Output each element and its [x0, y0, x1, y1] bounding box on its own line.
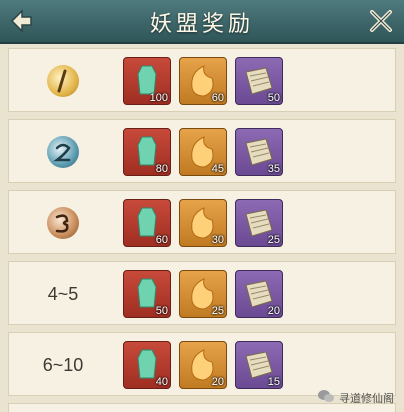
item-quantity: 40: [155, 376, 168, 388]
gold-medal-icon: [47, 65, 79, 97]
item-quantity: 45: [211, 163, 224, 175]
page-title: 妖盟奖励: [149, 12, 254, 37]
close-x-icon[interactable]: [366, 6, 396, 36]
scroll-book-item[interactable]: 25: [235, 199, 283, 247]
rank-cell: [23, 191, 103, 255]
item-quantity: 60: [155, 234, 168, 246]
reward-row-rank-6-10: 6~10 40 20 15: [8, 332, 396, 396]
reward-row-rank-1: 100 60 50: [8, 48, 396, 112]
title-bar: 妖盟奖励: [0, 0, 404, 44]
item-quantity: 30: [211, 234, 224, 246]
flame-essence-item[interactable]: 30: [179, 199, 227, 247]
item-quantity: 50: [267, 92, 280, 104]
flame-essence-item[interactable]: 20: [179, 341, 227, 389]
jade-crystal-item[interactable]: 80: [123, 128, 171, 176]
item-quantity: 50: [155, 305, 168, 317]
reward-list[interactable]: 100 60 50 80 45 35 60 30 25 4~5 50 25 20…: [0, 46, 404, 412]
jade-crystal-item[interactable]: 50: [123, 270, 171, 318]
rank-cell: [23, 49, 103, 113]
reward-row-rank-2: 80 45 35: [8, 119, 396, 183]
jade-crystal-item[interactable]: 40: [123, 341, 171, 389]
rank-label: 4~5: [47, 283, 79, 304]
item-quantity: 60: [211, 92, 224, 104]
item-quantity: 20: [211, 376, 224, 388]
reward-row-rank-4-5: 4~5 50 25 20: [8, 261, 396, 325]
rank-label: 6~10: [42, 354, 84, 375]
item-quantity: 80: [155, 163, 168, 175]
item-quantity: 25: [211, 305, 224, 317]
rank-cell: 6~10: [23, 333, 103, 397]
jade-crystal-item[interactable]: 60: [123, 199, 171, 247]
watermark-text: 寻道修仙阁: [339, 391, 394, 405]
reward-row-rank-3: 60 30 25: [8, 190, 396, 254]
watermark: 寻道修仙阁: [317, 389, 394, 406]
wechat-logo-icon: [317, 389, 335, 406]
bronze-medal-icon: [47, 207, 79, 239]
item-quantity: 35: [267, 163, 280, 175]
rank-cell: 4~5: [23, 262, 103, 326]
item-quantity: 15: [267, 376, 280, 388]
item-quantity: 20: [267, 305, 280, 317]
jade-crystal-item[interactable]: 100: [123, 57, 171, 105]
flame-essence-item[interactable]: 25: [179, 270, 227, 318]
scroll-book-item[interactable]: 15: [235, 341, 283, 389]
scroll-book-item[interactable]: 35: [235, 128, 283, 176]
rank-cell: [23, 120, 103, 184]
flame-essence-item[interactable]: 45: [179, 128, 227, 176]
item-quantity: 100: [149, 92, 168, 104]
flame-essence-item[interactable]: 60: [179, 57, 227, 105]
scroll-book-item[interactable]: 50: [235, 57, 283, 105]
scroll-book-item[interactable]: 20: [235, 270, 283, 318]
item-quantity: 25: [267, 234, 280, 246]
silver-medal-icon: [47, 136, 79, 168]
